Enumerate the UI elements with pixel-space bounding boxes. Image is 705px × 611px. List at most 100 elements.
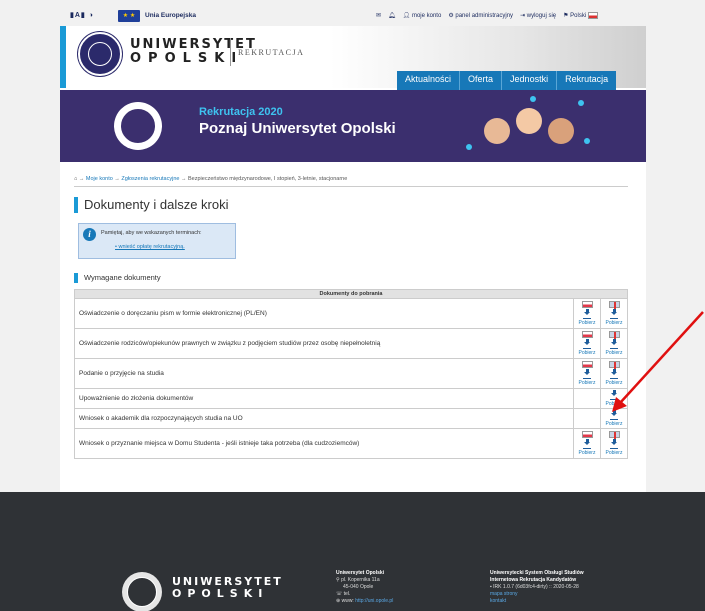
download-en-button[interactable]: Pobierz — [601, 360, 627, 387]
download-en-button[interactable]: Pobierz — [601, 389, 627, 408]
download-label: Pobierz — [578, 450, 596, 457]
download-en-button[interactable]: Pobierz — [601, 330, 627, 357]
download-label: Pobierz — [605, 401, 623, 408]
download-icon — [610, 409, 619, 418]
download-icon-base — [583, 377, 591, 380]
section-label: REKRUTACJA — [238, 48, 305, 57]
footer-brand-line2: OPOLSKI — [172, 587, 269, 600]
footer-tel-text: tel. — [343, 591, 351, 597]
university-seal-logo[interactable] — [78, 32, 122, 76]
document-name: Oświadczenie rodziców/opiekunów prawnych… — [74, 328, 574, 359]
document-name: Upoważnienie do złożenia dokumentów — [74, 388, 574, 409]
nav-item-aktualnosci[interactable]: Aktualności — [397, 71, 459, 90]
download-cell-pl — [573, 408, 601, 429]
page-title: Dokumenty i dalsze kroki — [74, 197, 628, 213]
footer-contact: Uniwersytet Opolski ⚲ pl. Kopernika 11a … — [336, 570, 393, 605]
english-flag-icon — [608, 360, 620, 369]
download-pl-button[interactable]: Pobierz — [574, 330, 600, 357]
footer-www-link[interactable]: http://uni.opole.pl — [355, 598, 393, 604]
download-cell-en: Pobierz — [600, 358, 628, 389]
breadcrumb-my-account[interactable]: Moje konto — [86, 176, 113, 182]
download-label: Pobierz — [605, 450, 623, 457]
table-row: Wniosek o akademik dla rozpoczynających … — [74, 408, 628, 429]
download-cell-en: Pobierz — [600, 408, 628, 429]
download-cell-pl: Pobierz — [573, 298, 601, 329]
bell-icon[interactable]: 🔔︎ — [388, 12, 396, 19]
english-flag-icon — [608, 430, 620, 439]
breadcrumb-applications[interactable]: Zgłoszenia rekrutacyjne — [121, 176, 179, 182]
polish-flag-icon — [581, 360, 593, 368]
download-icon — [610, 368, 619, 377]
download-cell-pl: Pobierz — [573, 358, 601, 389]
banner-illustration — [460, 94, 590, 160]
banner-title: Rekrutacja 2020 — [199, 106, 283, 118]
nav-item-rekrutacja[interactable]: Rekrutacja — [556, 71, 616, 90]
pay-fee-link[interactable]: • wnieść opłatę rekrutacyjną. — [115, 244, 185, 250]
nav-item-jednostki[interactable]: Jednostki — [501, 71, 556, 90]
footer-address2: 45-040 Opole — [343, 584, 374, 590]
table-row: Oświadczenie rodziców/opiekunów prawnych… — [74, 328, 628, 359]
footer-address1-text: pl. Kopernika 11a — [341, 577, 380, 583]
table-header: Dokumenty do pobrania — [74, 289, 628, 299]
document-name: Wniosek o przyznanie miejsca w Domu Stud… — [74, 428, 574, 459]
footer-system-title1: Uniwersytecki System Obsługi Studiów — [490, 570, 584, 576]
download-icon — [583, 338, 592, 347]
download-en-button[interactable]: Pobierz — [601, 300, 627, 327]
footer-contact-link[interactable]: kontakt — [490, 598, 584, 605]
table-row: Wniosek o przyznanie miejsca w Domu Stud… — [74, 428, 628, 459]
download-icon-base — [583, 447, 591, 450]
admin-panel-link[interactable]: ⚙ panel administracyjny — [448, 12, 513, 19]
breadcrumb-separator: → — [114, 176, 120, 182]
download-icon — [610, 438, 619, 447]
banner-seal-logo — [114, 102, 162, 150]
breadcrumb-current: Bezpieczeństwo międzynarodowe, I stopień… — [188, 176, 348, 182]
my-account-label: moje konto — [411, 13, 442, 19]
polish-flag-icon — [581, 330, 593, 338]
main-nav: Aktualności Oferta Jednostki Rekrutacja — [397, 71, 617, 90]
footer-sitemap-link[interactable]: mapa strony — [490, 591, 584, 598]
logout-link[interactable]: ⇥ wyloguj się — [520, 12, 556, 19]
download-pl-button[interactable]: Pobierz — [574, 300, 600, 327]
download-pl-button[interactable]: Pobierz — [574, 360, 600, 386]
download-icon-base — [610, 398, 618, 401]
my-account-link[interactable]: 👤︎ moje konto — [403, 12, 442, 19]
download-cell-pl — [573, 388, 601, 409]
download-label: Pobierz — [578, 350, 596, 357]
table-row: Podanie o przyjęcie na studia Pobierz Pobi… — [74, 358, 628, 389]
download-icon-base — [583, 317, 591, 320]
mail-icon[interactable]: ✉ — [376, 12, 381, 19]
site-footer: UNIWERSYTET OPOLSKI Uniwersytet Opolski … — [0, 492, 705, 611]
download-icon — [583, 368, 592, 377]
download-cell-en: Pobierz — [600, 298, 628, 329]
brand-separator — [230, 38, 231, 66]
footer-seal-logo — [122, 572, 162, 611]
english-flag-icon — [608, 300, 620, 309]
download-cell-pl: Pobierz — [573, 428, 601, 459]
table-row: Oświadczenie o doręczaniu pism w formie … — [74, 298, 628, 329]
download-label: Pobierz — [605, 380, 623, 387]
download-label: Pobierz — [605, 350, 623, 357]
recruitment-banner: Rekrutacja 2020 Poznaj Uniwersytet Opols… — [60, 90, 646, 162]
footer-version: ▪ IRK 1.0.7 (6d03fc4-dirty) :: 2020-05-2… — [490, 584, 579, 590]
download-en-button[interactable]: Pobierz — [601, 409, 627, 427]
page-container: UNIWERSYTET OPOLSKI REKRUTACJA Aktualnoś… — [60, 26, 646, 492]
breadcrumb-separator: → — [78, 176, 85, 182]
footer-wordmark: UNIWERSYTET OPOLSKI — [172, 576, 283, 600]
language-label: Polski — [570, 13, 587, 20]
download-label: Pobierz — [605, 320, 623, 327]
table-row: Upoważnienie do złożenia dokumentów Pobie… — [74, 388, 628, 409]
footer-www: ⊕ www: http://uni.opole.pl — [336, 598, 394, 604]
info-icon: i — [83, 228, 96, 241]
breadcrumb-separator: → — [180, 176, 187, 182]
polish-flag-icon — [581, 300, 593, 308]
eu-label: Unia Europejska — [145, 12, 196, 19]
language-select[interactable]: ⚑ Polski — [563, 12, 598, 19]
download-icon — [583, 308, 592, 317]
download-label: Pobierz — [578, 320, 596, 327]
nav-item-oferta[interactable]: Oferta — [459, 71, 501, 90]
download-en-button[interactable]: Pobierz — [601, 430, 627, 457]
accessibility-controls[interactable]: ▮A▮ ◑ — [70, 11, 94, 19]
english-flag-icon — [608, 330, 620, 339]
download-pl-button[interactable]: Pobierz — [574, 430, 600, 457]
home-icon[interactable]: ⌂ — [74, 176, 77, 182]
